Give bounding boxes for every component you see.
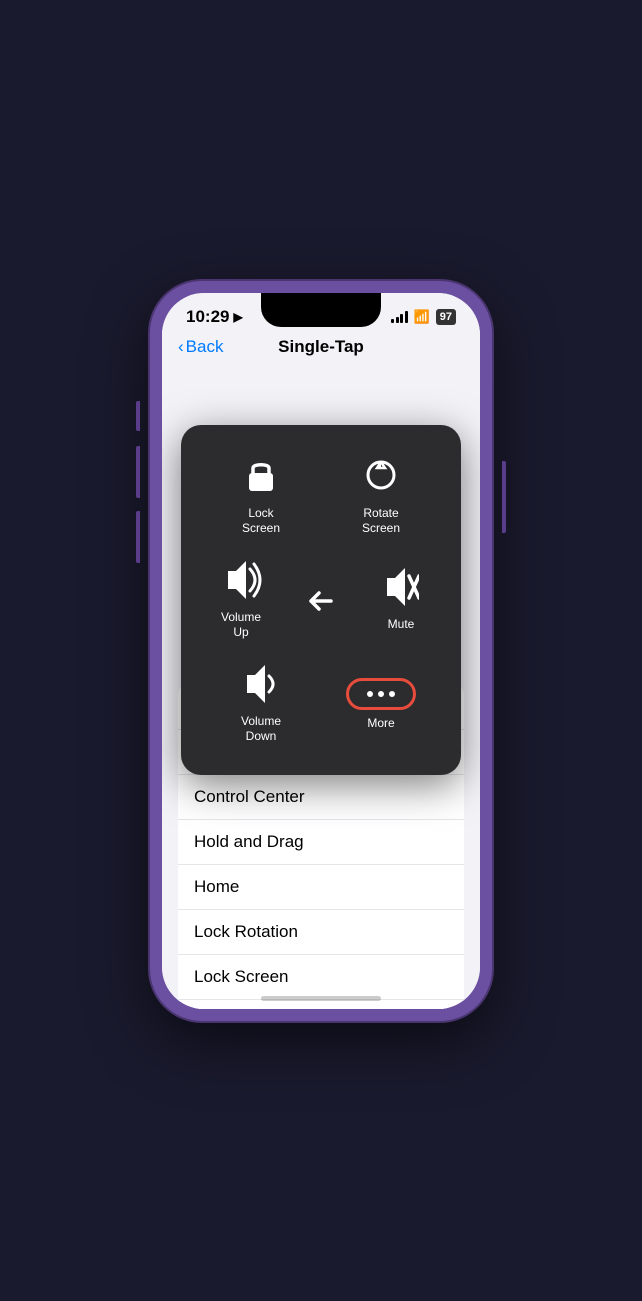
- more-button[interactable]: [346, 678, 416, 710]
- back-label: Back: [186, 337, 224, 357]
- location-icon: ▶: [233, 310, 242, 324]
- battery-icon: 97: [436, 309, 456, 325]
- volume-up-button[interactable]: [136, 446, 140, 498]
- nav-bar: ‹ Back Single-Tap: [162, 335, 480, 365]
- volume-down-icon: [243, 665, 279, 708]
- popup-mute[interactable]: Mute: [361, 558, 441, 643]
- list-item-home[interactable]: Home: [178, 865, 464, 910]
- list-item-lock-rotation[interactable]: Lock Rotation: [178, 910, 464, 955]
- status-time: 10:29 ▶: [186, 307, 243, 327]
- list-item-control-center[interactable]: Control Center: [178, 775, 464, 820]
- nav-title: Single-Tap: [278, 337, 364, 357]
- popup-volume-down[interactable]: VolumeDown: [201, 655, 321, 755]
- popup-more[interactable]: More: [321, 668, 441, 742]
- more-dot-2: [378, 691, 384, 697]
- back-button[interactable]: ‹ Back: [178, 337, 223, 357]
- content-area: LockScreen RotateScreen: [162, 365, 480, 1009]
- popup-lock-screen[interactable]: LockScreen: [201, 445, 321, 547]
- notch: [261, 293, 381, 327]
- phone-screen: 10:29 ▶ 📶 97 ‹ Back: [162, 293, 480, 1009]
- list-item-hold-and-drag[interactable]: Hold and Drag: [178, 820, 464, 865]
- popup-volume-down-label: VolumeDown: [241, 714, 281, 745]
- time-display: 10:29: [186, 307, 229, 327]
- popup-more-label: More: [367, 716, 394, 732]
- mute-icon: [383, 568, 419, 611]
- silent-switch[interactable]: [136, 401, 140, 431]
- more-dot-3: [389, 691, 395, 697]
- popup-lock-screen-label: LockScreen: [242, 506, 280, 537]
- popup-back-arrow[interactable]: [281, 586, 361, 616]
- list-item-move-menu[interactable]: Move Menu: [178, 1000, 464, 1009]
- list-item-lock-screen[interactable]: Lock Screen: [178, 955, 464, 1000]
- home-indicator: [261, 996, 381, 1001]
- action-popup: LockScreen RotateScreen: [181, 425, 461, 776]
- status-icons: 📶 97: [391, 309, 456, 325]
- lock-icon: [243, 455, 279, 500]
- battery-level: 97: [440, 311, 452, 323]
- rotate-icon: [363, 455, 399, 500]
- chevron-left-icon: ‹: [178, 337, 184, 357]
- popup-volume-up[interactable]: VolumeUp: [201, 551, 281, 651]
- power-button[interactable]: [502, 461, 506, 533]
- popup-rotate-screen[interactable]: RotateScreen: [321, 445, 441, 547]
- signal-icon: [391, 311, 408, 323]
- popup-mute-label: Mute: [388, 617, 415, 633]
- volume-up-icon: [220, 561, 262, 604]
- popup-rotate-screen-label: RotateScreen: [362, 506, 400, 537]
- volume-down-button[interactable]: [136, 511, 140, 563]
- more-dot-1: [367, 691, 373, 697]
- phone-frame: 10:29 ▶ 📶 97 ‹ Back: [150, 281, 492, 1021]
- popup-volume-up-label: VolumeUp: [221, 610, 261, 641]
- wifi-icon: 📶: [414, 309, 430, 325]
